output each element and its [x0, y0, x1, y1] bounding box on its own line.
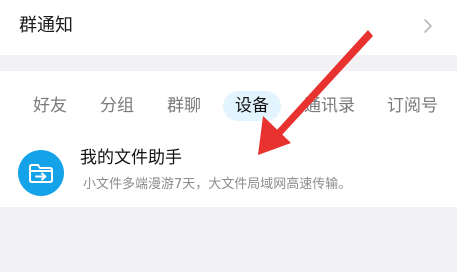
tab-devices[interactable]: 设备: [223, 91, 281, 121]
tab-subscriptions[interactable]: 订阅号: [387, 91, 438, 121]
file-assistant-title: 我的文件助手: [80, 148, 182, 168]
tab-groups[interactable]: 分组: [100, 91, 134, 121]
group-notice-row[interactable]: 群通知: [0, 0, 457, 55]
section-divider: [0, 55, 457, 71]
group-notice-label: 群通知: [19, 15, 73, 36]
file-assistant-item[interactable]: 我的文件助手 小文件多端漫游7天，大文件局域网高速传输。: [0, 133, 457, 207]
file-assistant-description: 小文件多端漫游7天，大文件局域网高速传输。: [83, 177, 352, 192]
chevron-right-icon: [424, 19, 432, 33]
tab-group-chats[interactable]: 群聊: [167, 91, 201, 121]
contacts-panel: 好友 分组 群聊 设备 通讯录 订阅号 我的文件助手 小文件多端漫游7天，大文件…: [0, 71, 457, 207]
tab-address-book[interactable]: 通讯录: [304, 91, 355, 121]
file-transfer-icon: [18, 150, 64, 196]
tab-friends[interactable]: 好友: [33, 91, 67, 121]
